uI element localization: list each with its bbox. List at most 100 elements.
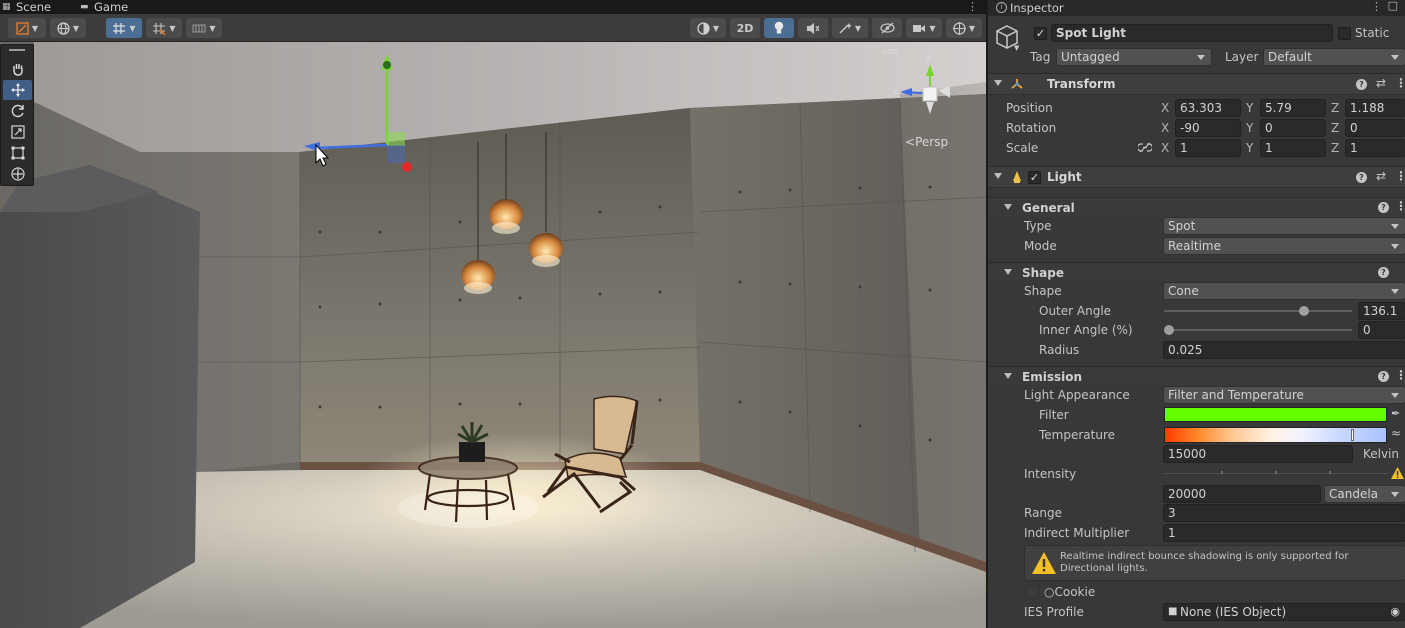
outer-angle-field[interactable]: 136.1 — [1358, 302, 1405, 320]
position-y-field[interactable]: 5.79 — [1260, 99, 1326, 117]
outer-angle-slider-track[interactable] — [1164, 310, 1352, 312]
tab-menu-icon[interactable]: ⋮ — [1371, 0, 1382, 13]
tab-scene[interactable]: ▦ Scene — [0, 0, 70, 14]
emission-section-header[interactable]: Emission ? ⋮ — [988, 366, 1405, 386]
lock-icon[interactable]: □ — [1388, 0, 1398, 12]
inner-angle-slider-handle[interactable] — [1164, 325, 1174, 335]
foldout-triangle-icon — [1004, 373, 1012, 379]
position-z-field[interactable]: 1.188 — [1345, 99, 1405, 117]
eyedropper-icon[interactable]: ✒ — [1391, 407, 1400, 420]
scale-tool[interactable] — [3, 122, 32, 142]
type-label: Type — [1024, 219, 1052, 233]
object-picker-icon[interactable]: ◉ — [1390, 604, 1400, 620]
constrain-proportions-icon[interactable] — [1136, 142, 1154, 156]
transform-title: Transform — [1047, 77, 1116, 91]
help-icon[interactable]: ? — [1378, 371, 1389, 382]
shape-section-header[interactable]: Shape ? — [988, 262, 1405, 282]
scene-camera-button[interactable]: ▼ — [906, 18, 942, 38]
ies-profile-field[interactable]: ■ None (IES Object) ◉ — [1163, 603, 1405, 621]
presets-icon[interactable]: ⇄ — [1376, 169, 1386, 183]
scene-viewport[interactable]: y z <Persp — [0, 42, 986, 628]
increment-snap-button[interactable]: ▼ — [146, 18, 182, 38]
audio-toggle-button[interactable] — [798, 18, 828, 38]
view-tool[interactable] — [3, 59, 32, 79]
scale-icon — [10, 125, 25, 139]
view-2d-button[interactable]: 2D — [730, 18, 760, 38]
scene-visibility-button[interactable] — [872, 18, 902, 38]
foldout-triangle-icon — [994, 80, 1002, 86]
help-icon[interactable]: ? — [1378, 267, 1389, 278]
general-section-header[interactable]: General ? ⋮ — [988, 197, 1405, 217]
temperature-field[interactable]: 15000 — [1163, 445, 1353, 463]
rotation-z-field[interactable]: 0 — [1345, 119, 1405, 137]
shape-dropdown[interactable]: Cone — [1163, 282, 1405, 300]
rotate-tool[interactable] — [3, 101, 32, 121]
chevron-down-icon: ▼ — [929, 23, 936, 33]
tab-options-icon[interactable]: ⋮ — [967, 0, 978, 14]
shading-mode-button[interactable]: ▼ — [690, 18, 726, 38]
scale-z-field[interactable]: 1 — [1345, 139, 1405, 157]
intensity-unit-dropdown[interactable]: Candela — [1324, 485, 1405, 503]
grid-snapping-button[interactable]: ▼ — [106, 18, 142, 38]
temperature-gradient-slider[interactable] — [1164, 427, 1387, 443]
type-dropdown[interactable]: Spot — [1163, 217, 1405, 235]
temperature-slider-handle[interactable] — [1351, 429, 1354, 441]
shading-sphere-icon — [697, 21, 710, 35]
help-icon[interactable]: ? — [1356, 172, 1367, 183]
light-appearance-dropdown[interactable]: Filter and Temperature — [1163, 386, 1405, 404]
draw-mode-button[interactable]: ▼ — [8, 18, 46, 38]
scene-lighting-button[interactable] — [764, 18, 794, 38]
global-local-button[interactable]: ▼ — [50, 18, 86, 38]
light-enabled-checkbox[interactable]: ✓ — [1028, 171, 1041, 184]
light-header[interactable]: ✓ Light ? ⇄ ⋮ — [988, 166, 1405, 188]
help-icon[interactable]: ? — [1356, 79, 1367, 90]
inner-angle-slider-track[interactable] — [1164, 329, 1352, 331]
transform-tool[interactable] — [3, 164, 32, 184]
position-x-field[interactable]: 63.303 — [1175, 99, 1241, 117]
mode-dropdown[interactable]: Realtime — [1163, 237, 1405, 255]
presets-icon[interactable]: ⇄ — [1376, 76, 1386, 90]
section-menu-icon[interactable]: ⋮ — [1395, 368, 1405, 382]
help-icon[interactable]: ? — [1378, 202, 1389, 213]
object-active-checkbox[interactable]: ✓ — [1034, 27, 1047, 40]
cookie-checkbox[interactable] — [1026, 585, 1039, 598]
outer-angle-slider-handle[interactable] — [1298, 306, 1309, 316]
panel-drag-handle[interactable] — [9, 49, 25, 51]
static-checkbox[interactable] — [1338, 27, 1351, 40]
component-menu-icon[interactable]: ⋮ — [1395, 76, 1405, 90]
temperature-toggle-icon[interactable]: ≈ — [1391, 426, 1401, 440]
temperature-row: Temperature ≈ — [988, 425, 1405, 445]
section-menu-icon[interactable]: ⋮ — [1395, 199, 1405, 213]
move-tool[interactable] — [3, 80, 32, 100]
cookie-label: ○Cookie — [1044, 585, 1096, 599]
effects-icon — [839, 22, 852, 34]
info-icon: i — [996, 2, 1007, 13]
range-field[interactable]: 3 — [1163, 504, 1405, 522]
radius-field[interactable]: 0.025 — [1163, 341, 1405, 359]
object-name-field[interactable]: Spot Light — [1051, 24, 1333, 42]
transform-header[interactable]: Transform ? ⇄ ⋮ — [988, 73, 1405, 95]
tag-dropdown[interactable]: Untagged — [1056, 48, 1212, 66]
foldout-triangle-icon — [1004, 269, 1012, 275]
rect-tool[interactable] — [3, 143, 32, 163]
component-menu-icon[interactable]: ⋮ — [1395, 169, 1405, 183]
hand-icon — [12, 64, 23, 76]
layer-dropdown[interactable]: Default — [1263, 48, 1405, 66]
intensity-field[interactable]: 20000 — [1163, 485, 1321, 503]
inner-angle-field[interactable]: 0 — [1358, 321, 1405, 339]
inspector-tab[interactable]: i Inspector ⋮ □ — [988, 0, 1405, 16]
filter-color-swatch[interactable] — [1164, 407, 1387, 422]
rotation-x-field[interactable]: -90 — [1175, 119, 1241, 137]
tab-game[interactable]: ▬ Game — [78, 0, 138, 14]
align-button[interactable]: ▼ — [186, 18, 222, 38]
gizmos-button[interactable]: ▼ — [946, 18, 982, 38]
axis-z-label: Z — [1331, 101, 1340, 115]
rotation-y-field[interactable]: 0 — [1260, 119, 1326, 137]
scale-y-field[interactable]: 1 — [1260, 139, 1326, 157]
light-appearance-row: Light Appearance Filter and Temperature — [988, 385, 1405, 405]
scale-x-field[interactable]: 1 — [1175, 139, 1241, 157]
indirect-multiplier-field[interactable]: 1 — [1163, 524, 1405, 542]
scale-row: Scale X 1 Y 1 Z 1 — [988, 138, 1405, 158]
projection-toggle[interactable]: <Persp — [905, 135, 948, 149]
effects-button[interactable]: ▼ — [832, 18, 868, 38]
